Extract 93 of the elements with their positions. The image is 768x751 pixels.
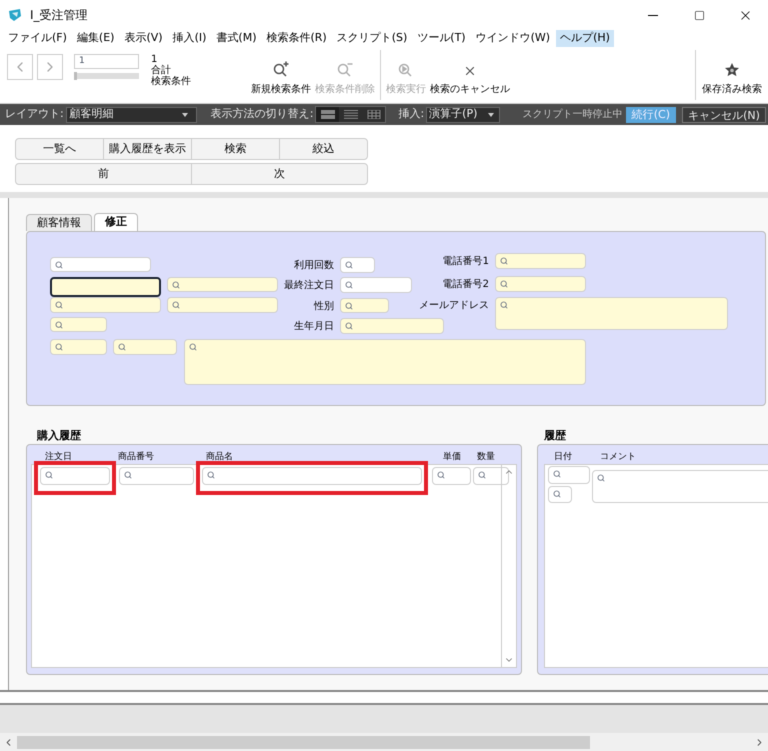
field-label: 利用回数	[294, 258, 334, 273]
record-slider[interactable]	[74, 73, 139, 79]
nav-button[interactable]: 絞込	[279, 139, 367, 159]
previous-record-button[interactable]	[7, 54, 33, 80]
nav-button[interactable]: 購入履歴を表示	[103, 139, 191, 159]
search-icon	[500, 301, 508, 309]
caret-icon	[182, 112, 188, 116]
field-label: 性別	[314, 300, 334, 314]
view-label: 表示方法の切り替え:	[210, 106, 314, 122]
tab[interactable]: 顧客情報	[26, 214, 92, 231]
menu-item[interactable]: スクリプト(S)	[332, 30, 412, 47]
search-icon	[345, 322, 353, 330]
slider-thumb[interactable]	[74, 72, 77, 80]
maximize-icon	[694, 10, 704, 20]
search-icon	[478, 471, 486, 479]
search-icon	[553, 470, 561, 478]
layout-label: レイアウト:	[5, 106, 64, 122]
cancel-button[interactable]: キャンセル(N)	[682, 106, 766, 122]
column-header: コメント	[600, 451, 636, 464]
toolbar-button[interactable]: 新規検索条件	[249, 47, 313, 103]
toolbar-button[interactable]: 検索のキャンセル	[428, 47, 512, 103]
menu-item[interactable]: ファイル(F)	[4, 30, 71, 47]
search-icon	[172, 301, 180, 309]
nav-button[interactable]: 検索	[191, 139, 279, 159]
horizontal-scrollbar[interactable]	[0, 733, 768, 751]
next-record-button[interactable]	[37, 54, 63, 80]
field-label: 最終注文日	[284, 278, 334, 293]
window-title: I_受注管理	[30, 7, 88, 24]
section-title: 購入履歴	[36, 429, 82, 442]
menu-item[interactable]: ウインドウ(W)	[472, 30, 554, 47]
insert-label: 挿入:	[398, 106, 424, 122]
search-icon	[553, 490, 561, 498]
search-icon	[500, 280, 508, 288]
menu-item[interactable]: 表示(V)	[120, 30, 167, 47]
close-icon	[463, 64, 477, 78]
search-icon	[55, 301, 63, 309]
menu-item[interactable]: 編集(E)	[72, 30, 118, 47]
search-icon	[597, 474, 605, 482]
caret-icon	[488, 112, 494, 116]
column-header: 注文日	[45, 451, 72, 464]
search-icon	[172, 281, 180, 289]
search-icon	[55, 321, 63, 329]
column-header: 単価	[443, 451, 461, 464]
view-button[interactable]	[339, 107, 362, 122]
record-count: 1	[151, 54, 158, 65]
nav-button[interactable]: 一覧へ	[16, 139, 103, 159]
section-title: 履歴	[543, 429, 567, 442]
app-icon	[8, 8, 22, 22]
mode-label: 検索条件	[151, 76, 191, 87]
view-button[interactable]	[316, 107, 340, 122]
script-paused-label: スクリプト一時停止中	[522, 108, 623, 122]
search-plus-icon	[271, 60, 291, 78]
search-icon	[345, 261, 353, 269]
search-field[interactable]	[50, 277, 161, 297]
column-header: 数量	[477, 451, 495, 464]
search-icon	[500, 257, 508, 265]
nav-button[interactable]: 次	[191, 164, 367, 184]
operator-dropdown[interactable]: 演算子(P)	[426, 106, 500, 122]
menu-item[interactable]: ヘルプ(H)	[556, 30, 614, 47]
menu-item[interactable]: 検索条件(R)	[262, 30, 331, 47]
form-view-icon	[320, 110, 335, 119]
list-view-icon	[344, 110, 358, 119]
search-icon	[345, 302, 353, 310]
search-icon	[207, 471, 215, 479]
column-header: 商品名	[206, 451, 233, 464]
menu-item[interactable]: ツール(T)	[413, 30, 470, 47]
toolbar-button[interactable]: 保存済み検索	[696, 47, 768, 103]
star-icon	[724, 62, 740, 78]
search-icon	[345, 281, 353, 289]
menu-item[interactable]: 書式(M)	[212, 30, 260, 47]
field-label: メールアドレス	[419, 299, 489, 313]
tab[interactable]: 修正	[94, 213, 138, 231]
search-icon	[55, 343, 63, 351]
menu-item[interactable]: 挿入(I)	[168, 30, 210, 47]
search-icon	[55, 261, 63, 269]
record-number-field[interactable]: 1	[74, 54, 139, 69]
search-icon	[45, 471, 53, 479]
column-header: 商品番号	[118, 451, 154, 464]
search-icon	[124, 471, 132, 479]
table-view-icon	[366, 110, 381, 119]
search-icon	[437, 471, 445, 479]
minimize-icon	[648, 14, 658, 16]
field-label: 生年月日	[294, 320, 334, 334]
nav-button[interactable]: 前	[16, 164, 191, 184]
field-label: 電話番号1	[442, 254, 489, 269]
scroll-thumb[interactable]	[17, 736, 590, 748]
view-button[interactable]	[362, 107, 386, 122]
field-label: 電話番号2	[442, 278, 489, 292]
search-icon	[118, 343, 126, 351]
layout-dropdown[interactable]: 顧客明細	[66, 106, 197, 122]
total-label: 合計	[151, 65, 171, 76]
search-icon	[189, 343, 197, 351]
column-header: 日付	[554, 451, 572, 464]
